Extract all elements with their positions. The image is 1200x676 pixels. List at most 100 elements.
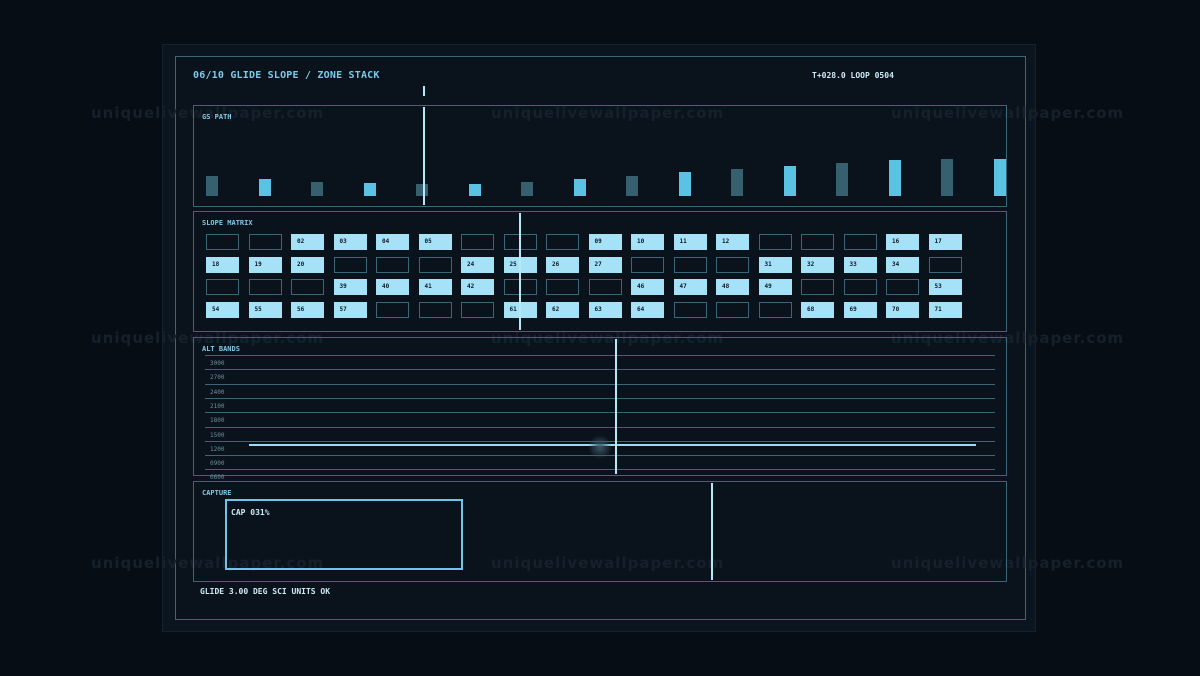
matrix-cell-active[interactable]: 62 bbox=[546, 301, 579, 318]
alt-tick-label: 2400 bbox=[210, 389, 225, 396]
matrix-cell-empty[interactable] bbox=[843, 279, 877, 295]
matrix-cell-active[interactable]: 04 bbox=[376, 234, 409, 250]
matrix-cell-active[interactable]: 34 bbox=[886, 256, 919, 273]
matrix-cell-active[interactable]: 63 bbox=[588, 301, 622, 318]
gs-path-bar bbox=[258, 179, 271, 196]
matrix-cell-active[interactable]: 03 bbox=[333, 234, 367, 250]
matrix-cell-empty[interactable] bbox=[631, 256, 664, 273]
alt-gridline bbox=[205, 398, 995, 399]
matrix-cell-empty[interactable] bbox=[248, 279, 282, 295]
matrix-cell-active[interactable]: 64 bbox=[631, 301, 664, 318]
slope-matrix-label: SLOPE MATRIX bbox=[202, 219, 253, 227]
matrix-cell-active[interactable]: 11 bbox=[673, 234, 707, 250]
matrix-cell-active[interactable]: 17 bbox=[928, 234, 962, 250]
matrix-cell-active[interactable]: 49 bbox=[758, 279, 792, 295]
alt-tick-label: 0600 bbox=[210, 474, 225, 481]
matrix-cell-active[interactable]: 32 bbox=[801, 256, 834, 273]
matrix-cell-active[interactable]: 42 bbox=[461, 279, 494, 295]
matrix-cell-empty[interactable] bbox=[886, 279, 919, 295]
matrix-cell-empty[interactable] bbox=[461, 234, 494, 250]
matrix-cell-active[interactable]: 27 bbox=[588, 256, 622, 273]
matrix-cell-active[interactable]: 68 bbox=[801, 301, 834, 318]
matrix-cell-empty[interactable] bbox=[758, 301, 792, 318]
gs-path-bar bbox=[521, 182, 533, 196]
matrix-cell-active[interactable]: 40 bbox=[376, 279, 409, 295]
matrix-cell-empty[interactable] bbox=[376, 301, 409, 318]
alt-gridline bbox=[205, 384, 995, 385]
gs-path-bar bbox=[836, 163, 848, 196]
matrix-cell-active[interactable]: 31 bbox=[758, 256, 792, 273]
matrix-cell-active[interactable]: 54 bbox=[206, 301, 239, 318]
matrix-cell-empty[interactable] bbox=[418, 256, 452, 273]
gs-path-bar bbox=[311, 182, 323, 196]
gs-path-cursor[interactable] bbox=[423, 107, 425, 205]
matrix-cell-active[interactable]: 33 bbox=[843, 256, 877, 273]
alt-glow-marker bbox=[588, 435, 612, 459]
matrix-cell-empty[interactable] bbox=[546, 234, 579, 250]
gs-path-bar bbox=[941, 159, 953, 196]
matrix-cell-active[interactable]: 19 bbox=[248, 256, 282, 273]
matrix-cell-empty[interactable] bbox=[248, 234, 282, 250]
matrix-cell-active[interactable]: 20 bbox=[291, 256, 324, 273]
matrix-cell-active[interactable]: 71 bbox=[928, 301, 962, 318]
capture-label: CAPTURE bbox=[202, 489, 232, 497]
matrix-cell-empty[interactable] bbox=[291, 279, 324, 295]
matrix-cell-empty[interactable] bbox=[588, 279, 622, 295]
alt-gridline bbox=[205, 369, 995, 370]
matrix-cell-active[interactable]: 55 bbox=[248, 301, 282, 318]
gs-path-bar bbox=[731, 169, 743, 196]
matrix-cell-empty[interactable] bbox=[206, 234, 239, 250]
matrix-cell-active[interactable]: 57 bbox=[333, 301, 367, 318]
matrix-cell-active[interactable]: 02 bbox=[291, 234, 324, 250]
matrix-cell-active[interactable]: 48 bbox=[716, 279, 749, 295]
slope-matrix-cursor[interactable] bbox=[519, 213, 521, 330]
alt-tick-label: 2100 bbox=[210, 403, 225, 410]
gs-path-bar bbox=[993, 159, 1006, 196]
matrix-cell-empty[interactable] bbox=[716, 256, 749, 273]
matrix-cell-active[interactable]: 56 bbox=[291, 301, 324, 318]
matrix-cell-empty[interactable] bbox=[758, 234, 792, 250]
matrix-cell-active[interactable]: 39 bbox=[333, 279, 367, 295]
matrix-cell-empty[interactable] bbox=[206, 279, 239, 295]
matrix-cell-empty[interactable] bbox=[928, 256, 962, 273]
alt-tick-label: 1800 bbox=[210, 417, 225, 424]
matrix-cell-empty[interactable] bbox=[801, 234, 834, 250]
matrix-cell-active[interactable]: 16 bbox=[886, 234, 919, 250]
alt-bands-cursor[interactable] bbox=[615, 339, 617, 474]
matrix-cell-empty[interactable] bbox=[673, 301, 707, 318]
matrix-cell-empty[interactable] bbox=[673, 256, 707, 273]
matrix-cell-active[interactable]: 18 bbox=[206, 256, 239, 273]
matrix-cell-empty[interactable] bbox=[333, 256, 367, 273]
alt-level-line bbox=[249, 444, 976, 446]
matrix-cell-empty[interactable] bbox=[843, 234, 877, 250]
gs-path-bar bbox=[678, 172, 691, 196]
gs-path-bar bbox=[626, 176, 638, 196]
matrix-cell-empty[interactable] bbox=[716, 301, 749, 318]
matrix-cell-active[interactable]: 24 bbox=[461, 256, 494, 273]
matrix-cell-active[interactable]: 09 bbox=[588, 234, 622, 250]
matrix-cell-active[interactable]: 12 bbox=[716, 234, 749, 250]
matrix-cell-active[interactable]: 70 bbox=[886, 301, 919, 318]
matrix-cell-empty[interactable] bbox=[418, 301, 452, 318]
gs-path-label: GS PATH bbox=[202, 113, 232, 121]
gs-path-bar bbox=[468, 184, 481, 196]
matrix-cell-active[interactable]: 69 bbox=[843, 301, 877, 318]
matrix-cell-empty[interactable] bbox=[801, 279, 834, 295]
matrix-cell-empty[interactable] bbox=[461, 301, 494, 318]
matrix-cell-active[interactable]: 46 bbox=[631, 279, 664, 295]
matrix-cell-empty[interactable] bbox=[546, 279, 579, 295]
alt-tick-label: 2700 bbox=[210, 374, 225, 381]
gs-path-cursor[interactable] bbox=[423, 86, 425, 96]
matrix-cell-empty[interactable] bbox=[376, 256, 409, 273]
gs-path-bar bbox=[206, 176, 218, 196]
matrix-cell-active[interactable]: 10 bbox=[631, 234, 664, 250]
matrix-cell-active[interactable]: 53 bbox=[928, 279, 962, 295]
alt-tick-label: 0900 bbox=[210, 460, 225, 467]
matrix-cell-active[interactable]: 05 bbox=[418, 234, 452, 250]
matrix-cell-active[interactable]: 41 bbox=[418, 279, 452, 295]
capture-cursor[interactable] bbox=[711, 483, 713, 580]
matrix-cell-active[interactable]: 26 bbox=[546, 256, 579, 273]
gs-path-bar bbox=[573, 179, 586, 196]
matrix-cell-active[interactable]: 47 bbox=[673, 279, 707, 295]
alt-bands-label: ALT BANDS bbox=[202, 345, 240, 353]
